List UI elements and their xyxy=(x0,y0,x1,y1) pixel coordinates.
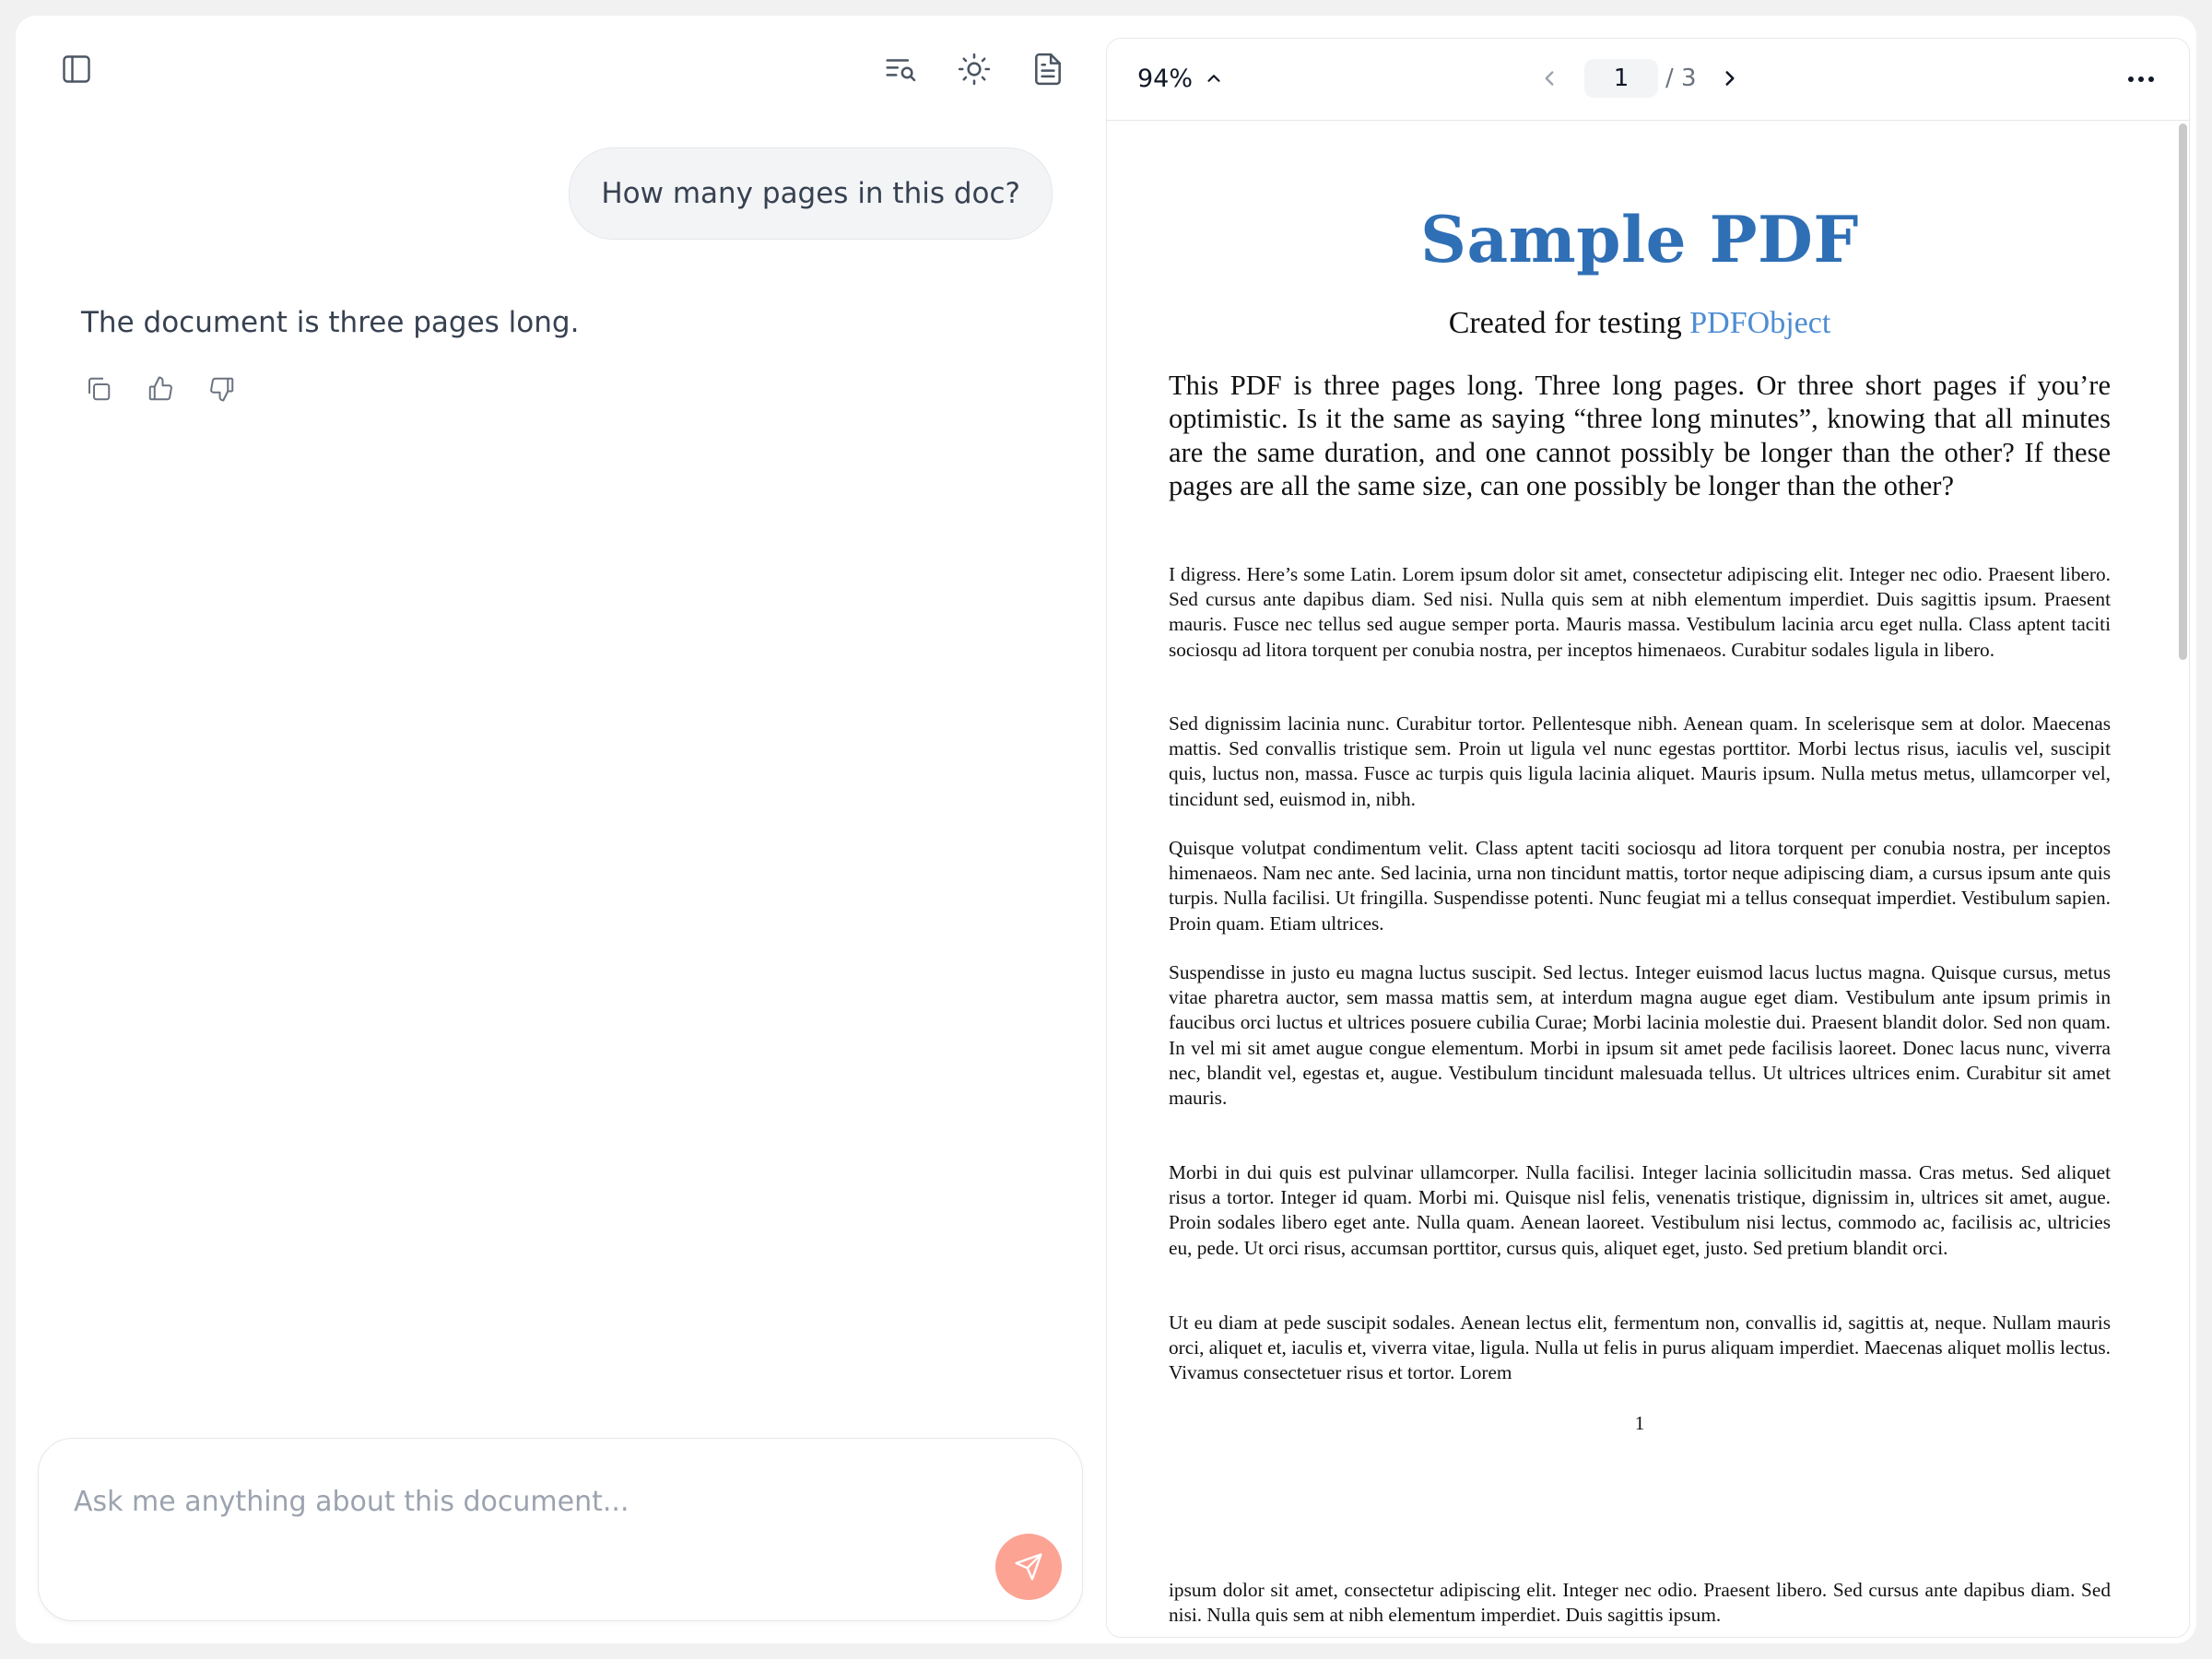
pdf-scrollbar-thumb[interactable] xyxy=(2179,124,2187,660)
pdf-paragraph: I digress. Here’s some Latin. Lorem ipsu… xyxy=(1169,563,2111,661)
page-navigation: / 3 xyxy=(1529,57,1750,100)
more-horizontal-icon xyxy=(2128,76,2154,82)
thumbs-down-button[interactable] xyxy=(205,371,240,406)
pdf-viewer: 94% / 3 xyxy=(1106,38,2190,1638)
pdf-paragraph: Suspendisse in justo eu magna luctus sus… xyxy=(1169,961,2111,1110)
chat-input[interactable] xyxy=(74,1479,995,1524)
pdfobject-link[interactable]: PDFObject xyxy=(1689,306,1830,340)
send-button[interactable] xyxy=(995,1534,1062,1600)
pdf-page-number: 1 xyxy=(1634,1412,1645,1434)
pdf-title: Sample PDF xyxy=(1420,203,1859,277)
pdf-lead-paragraph: This PDF is three pages long. Three long… xyxy=(1169,370,2111,501)
zoom-control[interactable]: 94% xyxy=(1137,60,1224,97)
zoom-level: 94% xyxy=(1137,64,1194,93)
send-icon xyxy=(1015,1553,1042,1581)
pdf-next-page-text: ipsum dolor sit amet, consectetur adipis… xyxy=(1169,1579,2111,1627)
search-list-icon xyxy=(886,59,916,82)
theme-toggle-button[interactable] xyxy=(953,48,995,90)
pdf-paragraph: Ut eu diam at pede suscipit sodales. Aen… xyxy=(1169,1312,2111,1384)
pdf-subtitle-text: Created for testing xyxy=(1448,306,1682,340)
pdf-paragraph: Sed dignissim lacinia nunc. Curabitur to… xyxy=(1169,712,2111,810)
document-icon xyxy=(1035,53,1061,86)
sidebar-toggle-button[interactable] xyxy=(55,48,98,90)
app-window: How many pages in this doc? The document… xyxy=(16,16,2196,1643)
copy-button[interactable] xyxy=(81,371,116,406)
next-page-button[interactable] xyxy=(1710,58,1750,99)
user-message-bubble: How many pages in this doc? xyxy=(569,147,1053,240)
chat-pane: How many pages in this doc? The document… xyxy=(16,16,1108,1643)
assistant-message: The document is three pages long. xyxy=(81,306,580,339)
pdf-scroll-area[interactable]: Sample PDF Created for testing PDFObject… xyxy=(1107,122,2189,1637)
document-view-button[interactable] xyxy=(1027,48,1069,90)
chevron-right-icon xyxy=(1725,71,1735,86)
more-options-button[interactable] xyxy=(2121,61,2161,98)
search-document-button[interactable] xyxy=(879,48,922,90)
pdf-paragraph: Quisque volutpat condimentum velit. Clas… xyxy=(1169,837,2111,935)
page-number-input[interactable] xyxy=(1584,59,1658,98)
page-total: / 3 xyxy=(1665,65,1697,92)
message-actions xyxy=(81,371,240,406)
pdf-toolbar: 94% / 3 xyxy=(1107,39,2189,121)
previous-page-button[interactable] xyxy=(1529,58,1570,99)
chevron-left-icon xyxy=(1545,71,1554,86)
pdf-paragraph: Morbi in dui quis est pulvinar ullamcorp… xyxy=(1169,1161,2111,1259)
thumbs-up-button[interactable] xyxy=(143,371,178,406)
chat-composer xyxy=(38,1438,1083,1621)
thumbs-down-icon xyxy=(210,377,234,402)
pdf-subtitle: Created for testing PDFObject xyxy=(1169,306,2111,341)
chevron-up-icon xyxy=(1207,75,1220,82)
sun-icon xyxy=(958,53,991,86)
sidebar-toggle-icon xyxy=(63,55,90,83)
pdf-scrollbar xyxy=(2178,122,2189,1637)
copy-icon xyxy=(88,377,111,401)
thumbs-up-icon xyxy=(148,376,172,401)
